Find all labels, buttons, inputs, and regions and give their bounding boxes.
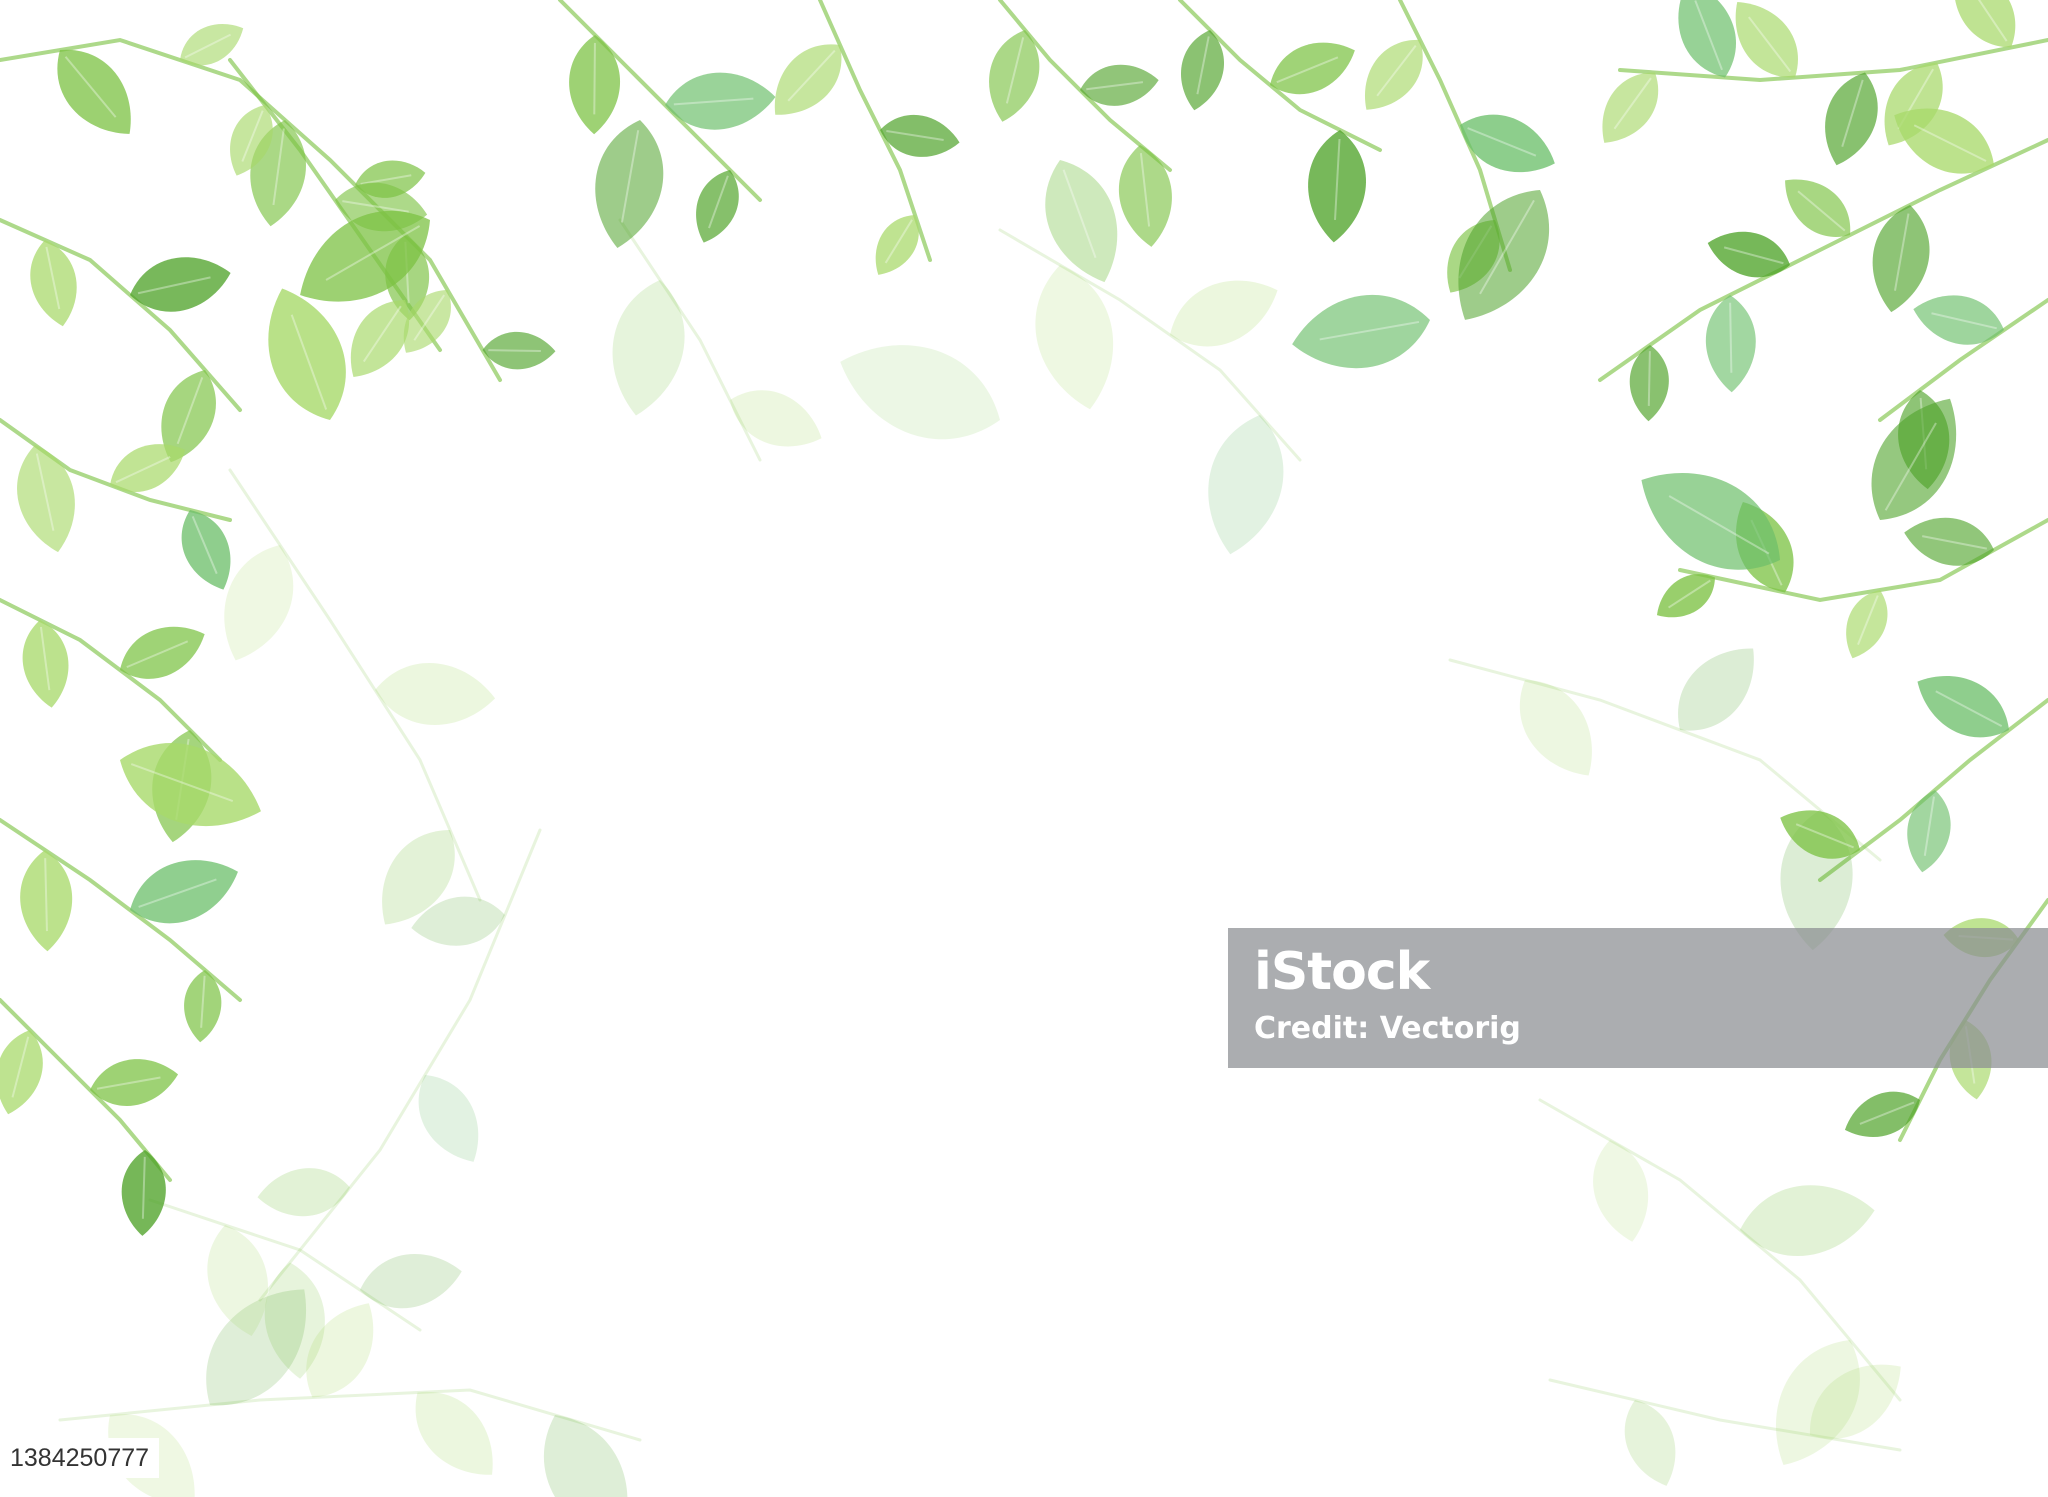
leaf	[17, 445, 75, 553]
leaf	[595, 120, 664, 249]
leaf	[360, 1254, 462, 1309]
branch-stems	[0, 0, 2048, 1452]
leaf	[121, 1150, 166, 1236]
leaf	[665, 72, 776, 130]
leaf	[1907, 790, 1951, 873]
leaf	[1593, 1140, 1649, 1242]
leaf	[1904, 517, 1994, 566]
istock-logo: iStock	[1254, 942, 1430, 1002]
leaf	[1740, 1185, 1875, 1257]
leaf	[130, 257, 231, 312]
leaf	[482, 331, 556, 370]
leaf-illustration	[0, 0, 2048, 1497]
leaf	[1170, 280, 1278, 347]
leaf	[1678, 648, 1754, 731]
leaf	[1270, 42, 1355, 95]
leaf	[1292, 295, 1430, 369]
leaf	[989, 30, 1040, 122]
leaf	[1785, 179, 1851, 237]
leaf	[1520, 680, 1592, 776]
leaf	[875, 215, 919, 275]
leaf	[120, 626, 205, 679]
leaf	[1308, 130, 1367, 243]
leaf	[90, 1059, 179, 1106]
leaf	[257, 1168, 350, 1217]
leaf	[1707, 231, 1790, 278]
leaf	[696, 170, 739, 243]
leaf	[1181, 30, 1224, 111]
credit-line: Credit: Vectorig	[1254, 1011, 1521, 1046]
leaf	[30, 240, 77, 327]
leaf	[418, 1075, 479, 1162]
leaf	[130, 860, 238, 924]
image-id-label: 1384250777	[0, 1438, 160, 1478]
leaf	[730, 390, 822, 447]
leaf-frame-image: iStock Credit: Vectorig 1384250777	[0, 0, 2048, 1497]
leaf	[1365, 39, 1423, 110]
leaf	[1118, 145, 1172, 247]
leaf	[1825, 72, 1878, 166]
leaf	[0, 1030, 43, 1115]
leaf	[774, 44, 842, 115]
leaf	[544, 1415, 628, 1497]
leaf	[1035, 265, 1114, 410]
leaf	[180, 24, 244, 66]
leaf	[569, 35, 621, 135]
leaf	[375, 662, 496, 725]
leaf	[1705, 295, 1756, 393]
leaf	[1917, 676, 2009, 738]
istock-watermark: iStock Credit: Vectorig	[1228, 928, 2048, 1068]
leaf	[1208, 415, 1284, 555]
leaf	[1872, 205, 1930, 313]
leaf	[612, 280, 685, 416]
stem	[1618, 38, 2048, 83]
leaf	[1045, 160, 1118, 283]
leaf	[880, 115, 960, 157]
leaf	[1624, 1400, 1676, 1486]
leaf	[1913, 295, 2004, 345]
leaf	[840, 345, 1000, 440]
